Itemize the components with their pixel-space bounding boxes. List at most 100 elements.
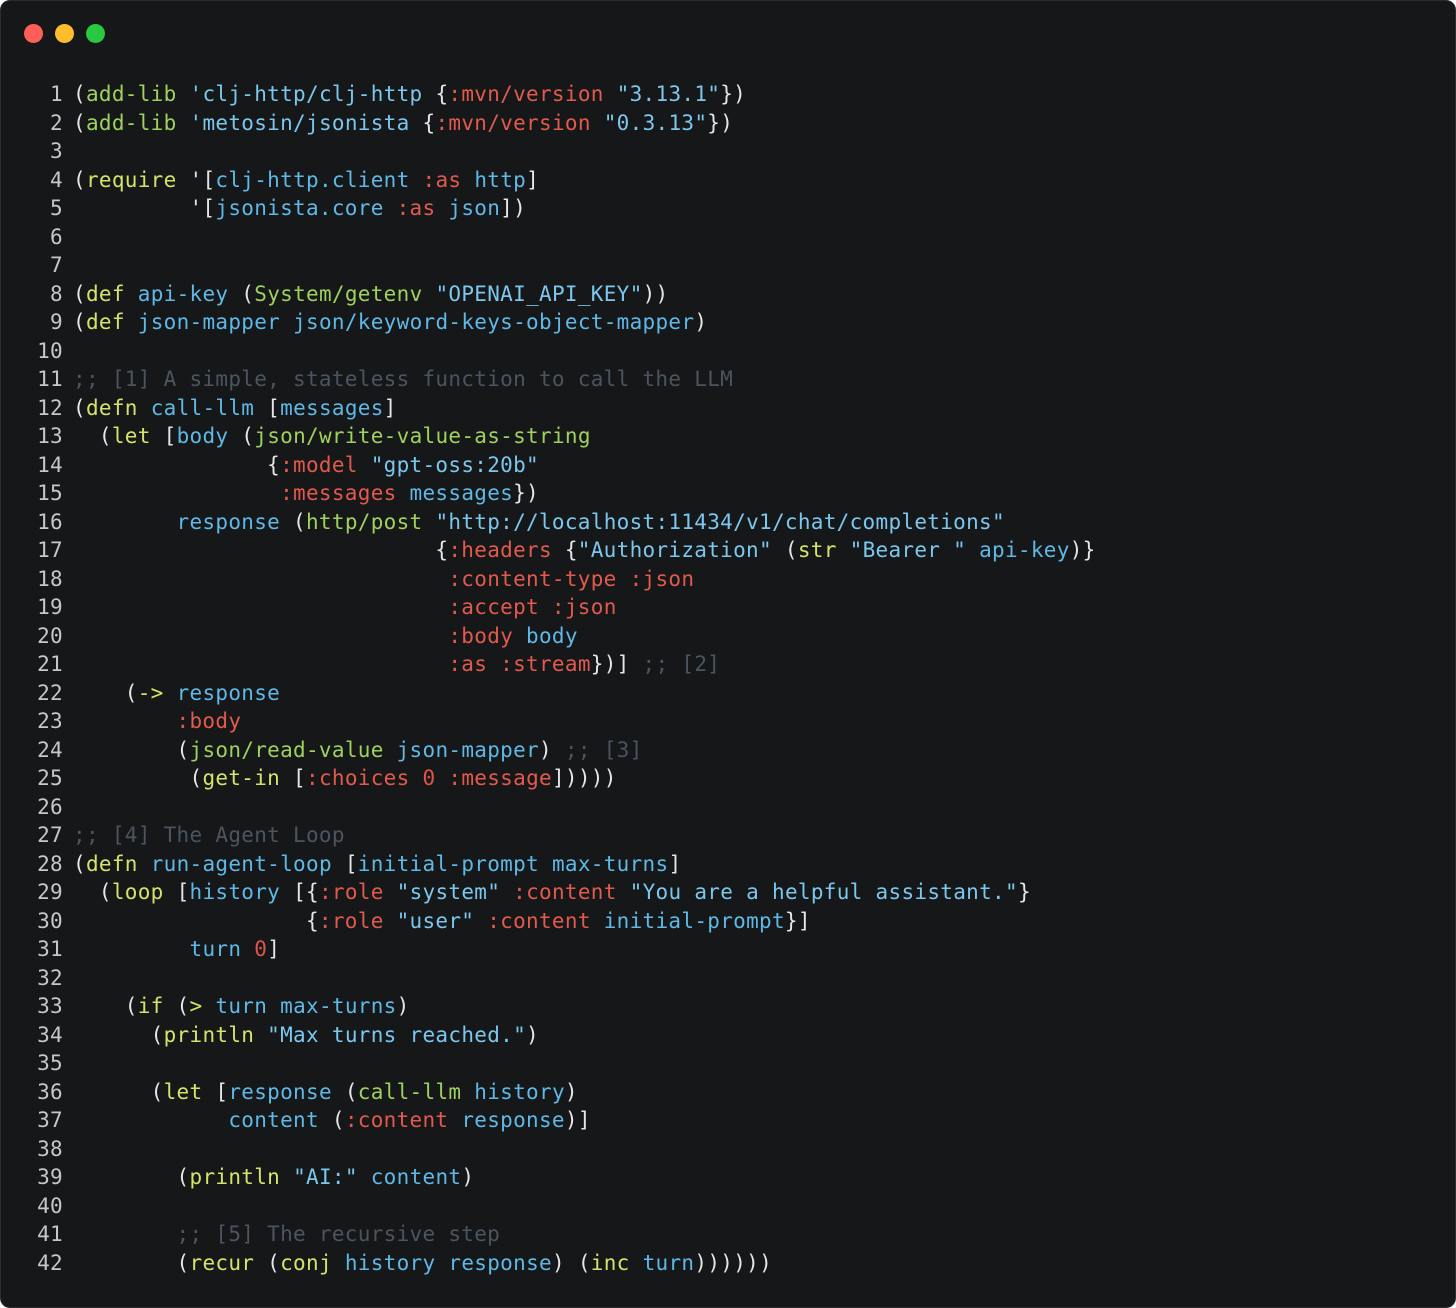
code-line: 17 {:headers {"Authorization" (str "Bear…: [1, 536, 1455, 565]
line-source: (json/read-value json-mapper) ;; [3]: [63, 736, 643, 765]
code-token: (: [73, 766, 203, 790]
code-line: 29 (loop [history [{:role "system" :cont…: [1, 878, 1455, 907]
code-line: 40: [1, 1192, 1455, 1221]
code-line: 2 (add-lib 'metosin/jsonista {:mvn/versio…: [1, 109, 1455, 138]
code-token: "0.3.13": [603, 110, 708, 135]
line-number: 27: [37, 823, 63, 847]
maximize-window-button[interactable]: [86, 24, 105, 43]
code-line: 42 (recur (conj history response) (inc t…: [1, 1249, 1455, 1278]
code-token: response: [461, 1108, 565, 1132]
line-number: 19: [37, 595, 63, 619]
line-number: 32: [37, 965, 63, 990]
line-source: (def api-key (System/getenv "OPENAI_API_…: [63, 280, 668, 309]
code-token: str: [797, 538, 837, 562]
code-token: response: [228, 1079, 332, 1104]
code-token: "Bearer ": [849, 538, 967, 562]
code-token: }]: [784, 908, 811, 933]
line-source: (-> response: [63, 679, 280, 708]
code-token: :content: [513, 880, 617, 904]
code-token: ]: [383, 395, 397, 420]
line-number: 6: [50, 224, 63, 249]
code-token: "3.13.1": [616, 82, 721, 106]
code-line: 38: [1, 1135, 1455, 1164]
line-number: 31: [37, 937, 63, 961]
code-token: :as: [396, 196, 436, 220]
code-token: }): [720, 82, 747, 106]
code-token: "AI:": [293, 1165, 358, 1189]
line-source: response (http/post "http://localhost:11…: [63, 508, 1005, 537]
code-editor[interactable]: 1 (add-lib 'clj-http/clj-http {:mvn/versi…: [1, 80, 1455, 1277]
code-token: ;; [4] The Agent Loop: [73, 823, 345, 847]
code-token: "http://localhost:11434/v1/chat/completi…: [435, 509, 1005, 534]
line-source: ;; [5] The recursive step: [63, 1220, 500, 1249]
code-line: 10: [1, 337, 1455, 366]
line-source: [63, 1049, 73, 1078]
line-source: (let [response (call-llm history): [63, 1078, 578, 1107]
code-token: (: [73, 994, 138, 1018]
code-line: 4 (require '[clj-http.client :as http]: [1, 166, 1455, 195]
line-source: :messages messages}): [63, 479, 539, 508]
code-line: 12 (defn call-llm [messages]: [1, 394, 1455, 423]
code-token: ]: [526, 167, 540, 192]
code-token: }): [513, 481, 539, 505]
code-token: }: [1017, 880, 1031, 904]
code-token: >: [189, 994, 203, 1018]
line-source: :accept :json: [63, 593, 617, 622]
code-token: (: [318, 1108, 345, 1132]
line-source: content (:content response)]: [63, 1106, 591, 1135]
line-source: [63, 1135, 73, 1164]
code-token: initial-prompt: [603, 908, 785, 933]
code-line: 3: [1, 137, 1455, 166]
code-token: ): [526, 1022, 539, 1047]
line-number: 17: [37, 538, 63, 562]
code-line: 26: [1, 793, 1455, 822]
code-token: response: [176, 509, 281, 534]
code-line: 13 (let [body (json/write-value-as-strin…: [1, 422, 1455, 451]
code-token: (: [73, 680, 138, 705]
minimize-window-button[interactable]: [55, 24, 74, 43]
code-token: :body: [176, 709, 242, 733]
code-token: def: [85, 310, 125, 334]
code-token: let: [163, 1079, 203, 1104]
close-window-button[interactable]: [24, 24, 43, 43]
line-source: ;; [4] The Agent Loop: [63, 821, 345, 850]
code-token: "Authorization": [577, 538, 772, 562]
line-number: 14: [37, 452, 63, 477]
code-token: (: [331, 1079, 358, 1104]
code-token: history: [474, 1079, 565, 1104]
code-token: defn: [85, 395, 138, 420]
code-token: "Max turns reached.": [267, 1022, 527, 1047]
line-source: ;; [1] A simple, stateless function to c…: [63, 365, 733, 394]
line-source: {:headers {"Authorization" (str "Bearer …: [63, 536, 1096, 565]
line-number: 30: [37, 908, 63, 933]
code-token: :content: [487, 908, 591, 933]
line-source: turn 0]: [63, 935, 280, 964]
code-token: messages: [409, 481, 514, 505]
line-number: 2: [50, 110, 63, 135]
code-token: (: [228, 281, 255, 306]
line-number: 42: [37, 1250, 63, 1275]
code-token: inc: [590, 1250, 630, 1275]
code-line: 30 {:role "user" :content initial-prompt…: [1, 907, 1455, 936]
code-token: response: [448, 1250, 552, 1275]
line-source: (defn run-agent-loop [initial-prompt max…: [63, 850, 681, 879]
code-token: (: [228, 424, 255, 448]
line-source: {:role "user" :content initial-prompt}]: [63, 907, 811, 936]
code-token: call-llm: [357, 1079, 462, 1104]
code-token: (: [73, 310, 86, 334]
code-token: api-key: [979, 538, 1070, 562]
line-source: (let [body (json/write-value-as-string: [63, 422, 591, 451]
line-source: [63, 337, 73, 366]
code-token: '[: [176, 167, 216, 192]
